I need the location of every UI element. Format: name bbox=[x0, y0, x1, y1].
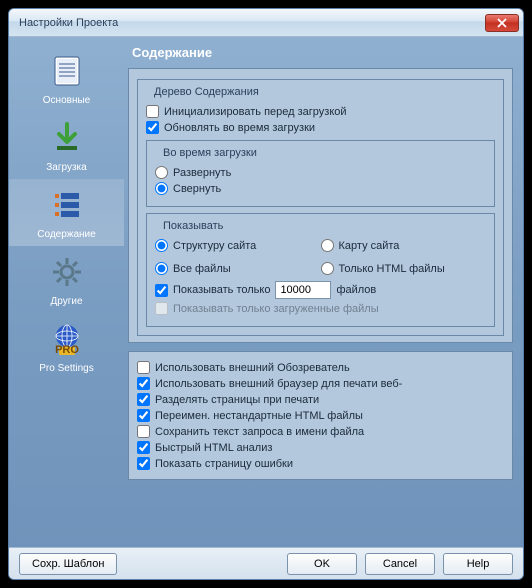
ok-button[interactable]: OK bbox=[287, 553, 357, 575]
split-label: Разделять страницы при печати bbox=[155, 394, 319, 406]
rename-label: Переимен. нестандартные HTML файлы bbox=[155, 410, 363, 422]
allfiles-label: Все файлы bbox=[173, 263, 231, 275]
expand-radio[interactable] bbox=[155, 166, 168, 179]
tree-icon bbox=[47, 185, 87, 225]
page-title: Содержание bbox=[132, 45, 513, 60]
sidebar-item-label: Pro Settings bbox=[9, 363, 124, 374]
svg-text:PRO: PRO bbox=[55, 344, 79, 356]
options-panel: Использовать внешний Обозреватель Исполь… bbox=[128, 351, 513, 480]
init-label: Инициализировать перед загрузкой bbox=[164, 106, 347, 118]
titlebar: Настройки Проекта bbox=[9, 9, 523, 37]
sidebar-item-label: Другие bbox=[9, 296, 124, 307]
rename-checkbox[interactable] bbox=[137, 409, 150, 422]
collapse-label: Свернуть bbox=[173, 183, 221, 195]
sidebar: Основные Загрузка Содержание Другие bbox=[9, 37, 124, 547]
htmlonly-radio[interactable] bbox=[321, 262, 334, 275]
init-checkbox[interactable] bbox=[146, 105, 159, 118]
footer: Сохр. Шаблон OK Cancel Help bbox=[9, 547, 523, 579]
tree-panel: Дерево Содержания Инициализировать перед… bbox=[128, 68, 513, 343]
during-fieldset: Во время загрузки Развернуть Свернуть bbox=[146, 140, 495, 207]
downloaded-label: Показывать только загруженные файлы bbox=[173, 303, 379, 315]
settings-window: Настройки Проекта Основные Загрузка bbox=[8, 8, 524, 580]
sidebar-item-content[interactable]: Содержание bbox=[9, 179, 124, 246]
limit-checkbox[interactable] bbox=[155, 284, 168, 297]
close-button[interactable] bbox=[485, 14, 519, 32]
fasthtml-label: Быстрый HTML анализ bbox=[155, 442, 272, 454]
sidebar-item-label: Загрузка bbox=[9, 162, 124, 173]
close-icon bbox=[497, 18, 507, 28]
fasthtml-checkbox[interactable] bbox=[137, 441, 150, 454]
limit-input[interactable] bbox=[275, 281, 331, 299]
download-icon bbox=[47, 118, 87, 158]
structure-radio[interactable] bbox=[155, 239, 168, 252]
sidebar-item-label: Содержание bbox=[9, 229, 124, 240]
save-template-button[interactable]: Сохр. Шаблон bbox=[19, 553, 117, 575]
globe-pro-icon: PRO bbox=[47, 319, 87, 359]
limit-label: Показывать только bbox=[173, 284, 270, 296]
collapse-radio[interactable] bbox=[155, 182, 168, 195]
sidebar-item-general[interactable]: Основные bbox=[9, 45, 124, 112]
htmlonly-label: Только HTML файлы bbox=[339, 263, 445, 275]
during-legend: Во время загрузки bbox=[159, 147, 261, 159]
query-label: Сохранить текст запроса в имени файла bbox=[155, 426, 364, 438]
expand-label: Развернуть bbox=[173, 167, 231, 179]
ext-viewer-checkbox[interactable] bbox=[137, 361, 150, 374]
sidebar-item-label: Основные bbox=[9, 95, 124, 106]
map-radio[interactable] bbox=[321, 239, 334, 252]
structure-label: Структуру сайта bbox=[173, 240, 256, 252]
window-body: Основные Загрузка Содержание Другие bbox=[9, 37, 523, 547]
errorpage-checkbox[interactable] bbox=[137, 457, 150, 470]
gear-icon bbox=[47, 252, 87, 292]
downloaded-checkbox[interactable] bbox=[155, 302, 168, 315]
ext-print-checkbox[interactable] bbox=[137, 377, 150, 390]
allfiles-radio[interactable] bbox=[155, 262, 168, 275]
split-checkbox[interactable] bbox=[137, 393, 150, 406]
errorpage-label: Показать страницу ошибки bbox=[155, 458, 293, 470]
map-label: Карту сайта bbox=[339, 240, 400, 252]
window-title: Настройки Проекта bbox=[19, 17, 485, 29]
update-label: Обновлять во время загрузки bbox=[164, 122, 315, 134]
query-checkbox[interactable] bbox=[137, 425, 150, 438]
main-content: Содержание Дерево Содержания Инициализир… bbox=[124, 37, 523, 547]
ext-print-label: Использовать внешний браузер для печати … bbox=[155, 378, 402, 390]
sidebar-item-download[interactable]: Загрузка bbox=[9, 112, 124, 179]
document-icon bbox=[47, 51, 87, 91]
show-legend: Показывать bbox=[159, 220, 227, 232]
update-checkbox[interactable] bbox=[146, 121, 159, 134]
ext-viewer-label: Использовать внешний Обозреватель bbox=[155, 362, 350, 374]
show-fieldset: Показывать Структуру сайта Карту сайта bbox=[146, 213, 495, 327]
limit-suffix: файлов bbox=[336, 284, 376, 296]
tree-legend: Дерево Содержания bbox=[150, 86, 263, 98]
cancel-button[interactable]: Cancel bbox=[365, 553, 435, 575]
help-button[interactable]: Help bbox=[443, 553, 513, 575]
sidebar-item-other[interactable]: Другие bbox=[9, 246, 124, 313]
tree-fieldset: Дерево Содержания Инициализировать перед… bbox=[137, 79, 504, 336]
sidebar-item-pro[interactable]: PRO Pro Settings bbox=[9, 313, 124, 380]
